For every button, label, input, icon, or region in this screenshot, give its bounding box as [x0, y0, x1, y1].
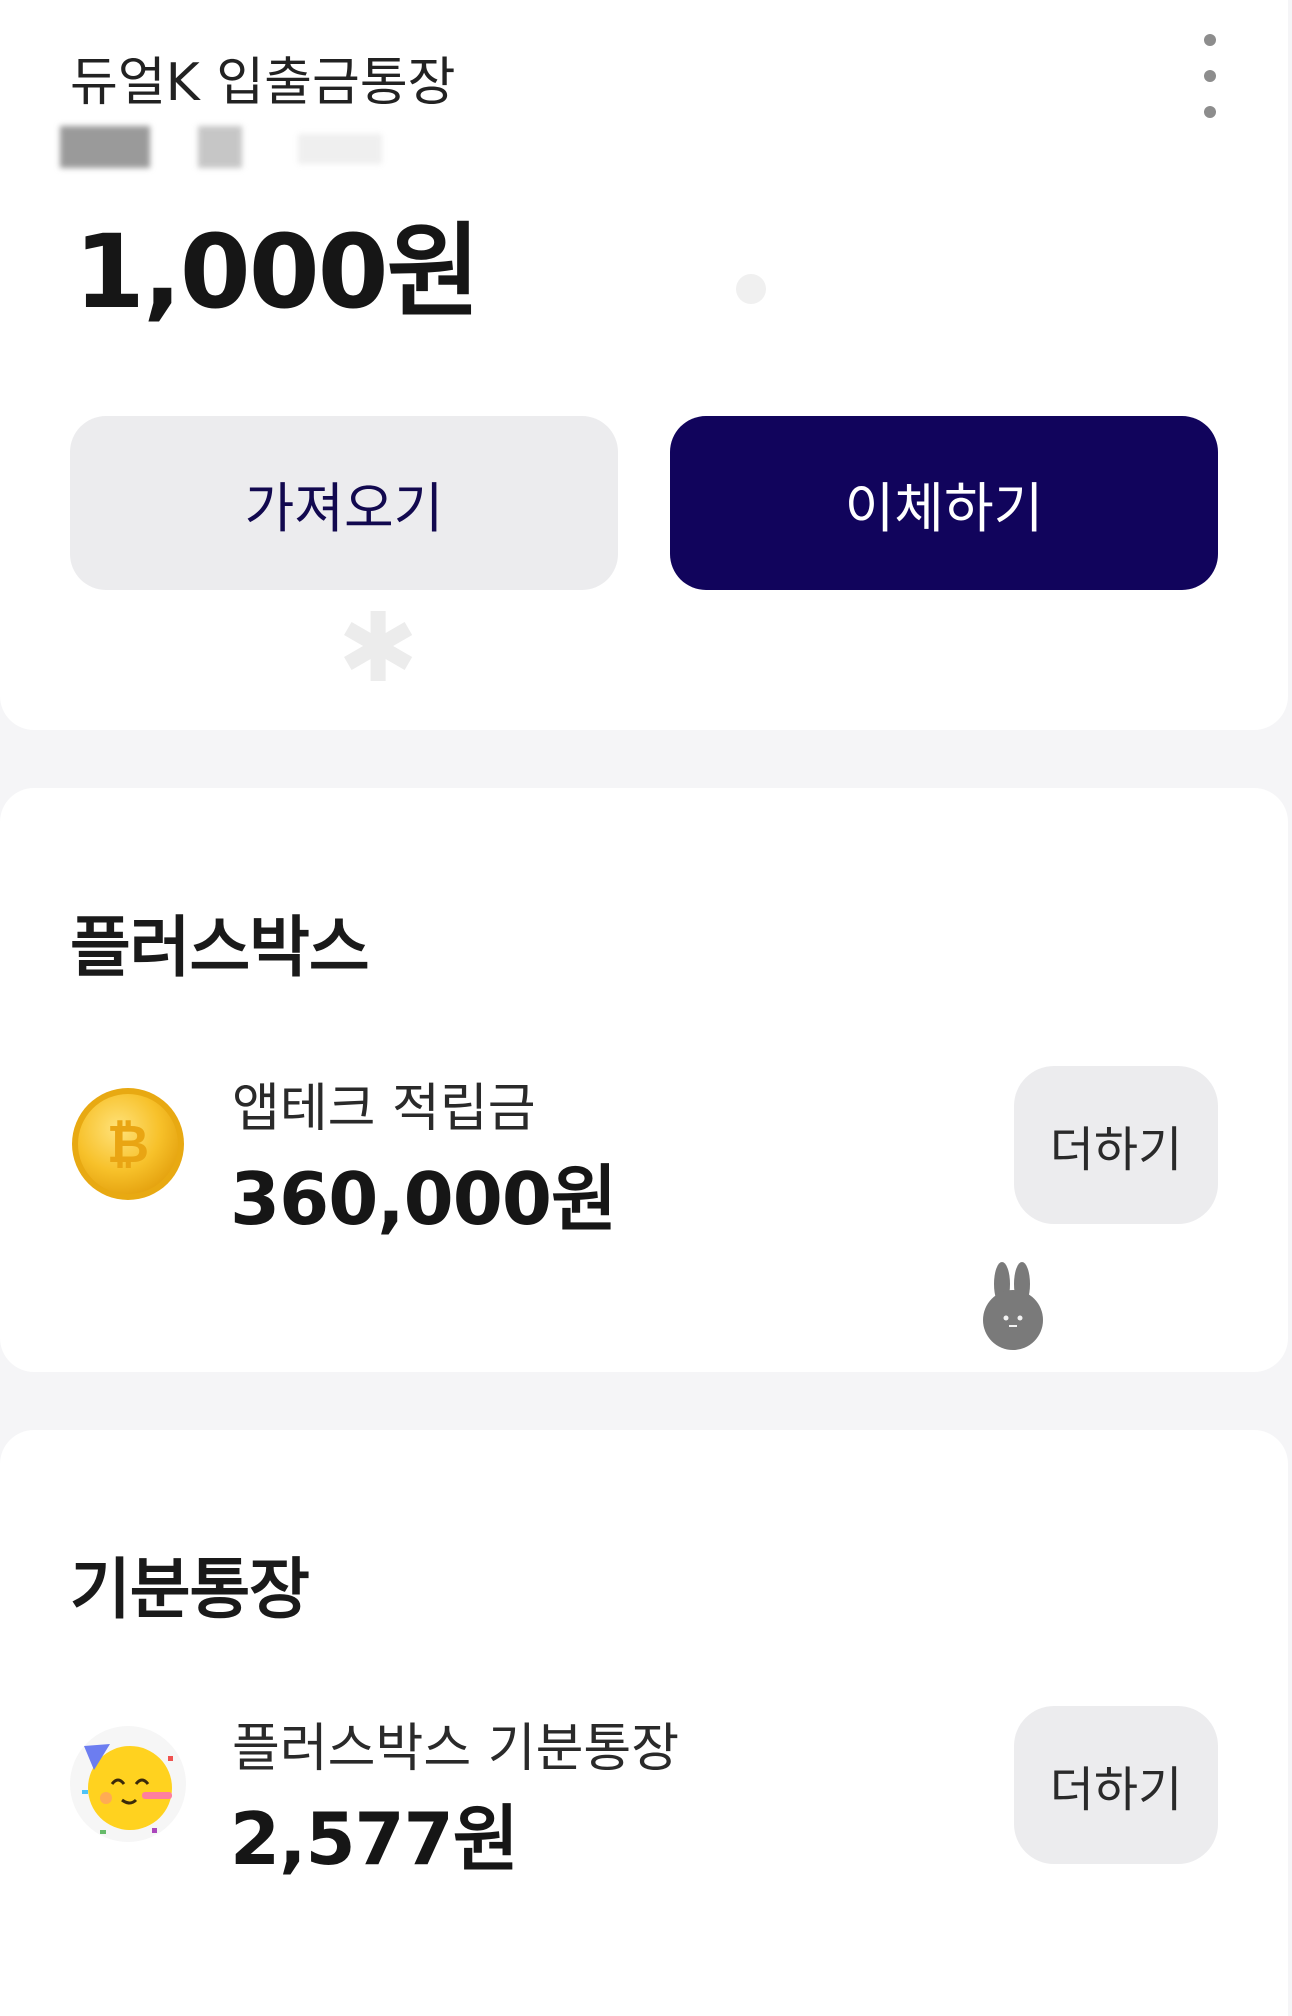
bitcoin-coin-icon: ₿ — [70, 1086, 186, 1202]
more-options-button[interactable] — [1192, 34, 1228, 118]
plusbox-card: 플러스박스 ₿ 앱테크 적립금 360,000원 더하기 — [0, 788, 1288, 1372]
decorative-dot — [736, 274, 766, 304]
more-dot — [1204, 106, 1216, 118]
item-label: 앱테크 적립금 — [232, 1079, 536, 1139]
svg-text:₿: ₿ — [107, 1115, 149, 1175]
transfer-button[interactable]: 이체하기 — [670, 416, 1218, 590]
get-money-button[interactable]: 가져오기 — [70, 416, 618, 590]
section-title: 플러스박스 — [70, 909, 370, 986]
item-amount: 360,000원 — [230, 1157, 617, 1241]
item-amount: 2,577원 — [230, 1797, 519, 1881]
account-card: 듀얼K 입출금통장 1,000원 가져오기 이체하기 ✱ — [0, 0, 1288, 730]
masked-account-number — [198, 126, 242, 168]
mood-card: 기분통장 플러스박스 기분통장 2,577원 더하기 — [0, 1430, 1288, 2016]
more-dots-icon — [1204, 34, 1216, 46]
masked-account-number — [298, 134, 382, 164]
section-title: 기분통장 — [70, 1551, 310, 1628]
add-button[interactable]: 더하기 — [1014, 1706, 1218, 1864]
account-name: 듀얼K 입출금통장 — [70, 53, 456, 113]
add-button[interactable]: 더하기 — [1014, 1066, 1218, 1224]
decorative-sparkle-icon: ✱ — [338, 592, 419, 704]
masked-account-number — [60, 126, 150, 168]
party-emoji-icon — [70, 1726, 186, 1842]
item-label: 플러스박스 기분통장 — [232, 1719, 680, 1779]
account-balance: 1,000원 — [74, 213, 480, 332]
bunny-icon — [978, 1260, 1048, 1358]
more-dot — [1204, 70, 1216, 82]
